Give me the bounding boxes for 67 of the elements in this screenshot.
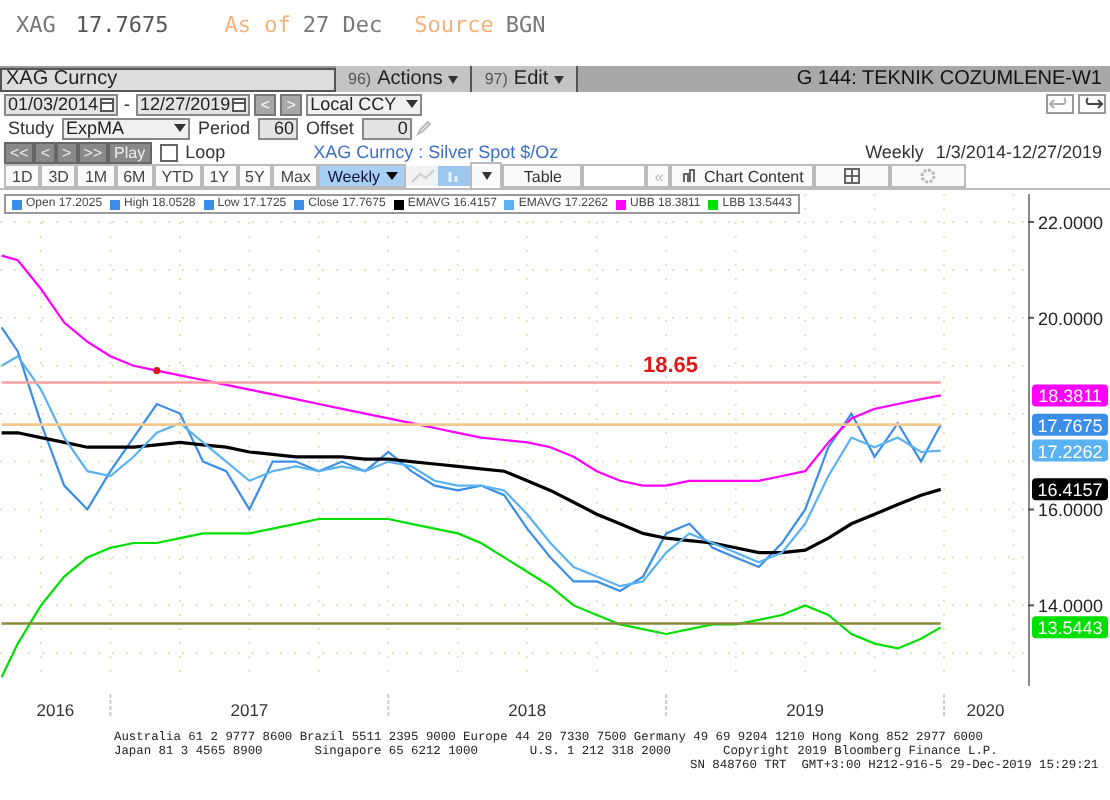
value-tag: 17.7675 (1032, 413, 1108, 436)
value-tag: 16.4157 (1032, 478, 1108, 501)
ticker: XAG (16, 11, 56, 37)
period-tab[interactable]: 1M (76, 164, 116, 188)
frequency-label: Weekly (863, 142, 926, 162)
value-tag: 17.2262 (1032, 439, 1108, 462)
axis-label: 2019 (786, 700, 825, 720)
value-tag: 18.3811 (1032, 384, 1108, 407)
period-tab[interactable]: 3D (40, 164, 77, 188)
date-field[interactable]: 01/03/2014 (4, 93, 119, 115)
axis-label: 16.0000 (1038, 500, 1104, 521)
value-tag: 13.5443 (1032, 616, 1108, 639)
line-chart-icon[interactable] (406, 166, 439, 186)
date-separator: - (122, 94, 133, 114)
caret-icon (406, 100, 419, 108)
period-tab[interactable]: 5Y (237, 164, 273, 188)
loop-checkbox[interactable] (159, 143, 178, 161)
caret-icon (448, 75, 459, 83)
menu-button[interactable]: 96) Actions (336, 66, 473, 92)
pencil-icon[interactable] (415, 120, 432, 136)
caret-icon (481, 172, 492, 180)
axis-label: 2018 (508, 700, 547, 720)
chart-content-icon (682, 168, 699, 184)
security-description: XAG Curncy : Silver Spot $/Oz (313, 142, 559, 162)
chart-content-button[interactable]: Chart Content (670, 164, 815, 188)
page-title: G 144: TEKNIK COZUMLENE-W1 (796, 68, 1102, 90)
axis-label: 2017 (230, 700, 269, 720)
grid-icon (844, 168, 861, 184)
layout-button[interactable] (814, 164, 891, 188)
study-label: Study (6, 118, 57, 138)
level-label: 18.65 (643, 354, 699, 379)
axis-label: 2016 (36, 700, 75, 720)
axis-label: 2020 (966, 700, 1005, 720)
currency-dropdown[interactable]: Local CCY (306, 93, 423, 115)
axis-label: 14.0000 (1038, 596, 1104, 617)
axis-label: 20.0000 (1038, 308, 1104, 329)
date-range-label: 1/3/2014-12/27/2019 (933, 142, 1104, 162)
axis-label: 22.0000 (1038, 212, 1104, 233)
period-field[interactable]: 60 (258, 117, 299, 139)
chart-type-dropdown[interactable] (470, 162, 503, 190)
offset-label: Offset (304, 118, 356, 138)
caret-icon (174, 124, 187, 132)
offset-field[interactable]: 0 (361, 117, 412, 139)
price: 17.7675 (75, 11, 169, 37)
table-button[interactable]: Table (502, 164, 583, 188)
settings-icon (920, 168, 937, 184)
source-label: Source (414, 11, 494, 37)
period-tab[interactable]: 6M (115, 164, 154, 188)
redo-icon[interactable] (1078, 94, 1106, 114)
caret-icon (554, 75, 565, 83)
as-of-label: As of (224, 11, 291, 37)
as-of-date: 27 Dec (302, 11, 383, 37)
study-dropdown[interactable]: ExpMA (62, 117, 191, 139)
source-value: BGN (505, 11, 546, 37)
period-tab[interactable]: 1D (4, 164, 41, 188)
caret-icon (385, 172, 398, 180)
loop-label: Loop (183, 142, 228, 162)
period-tab[interactable]: 1Y (201, 164, 238, 188)
menu-button[interactable]: 97) Edit (472, 66, 579, 92)
period-tab[interactable]: YTD (153, 164, 202, 188)
calendar-icon (232, 97, 247, 111)
period-tab[interactable]: Max (272, 164, 319, 188)
date-field[interactable]: 12/27/2019 (136, 93, 251, 115)
period-label: Period (196, 118, 253, 138)
period-tab[interactable]: Weekly (318, 164, 407, 188)
security-field[interactable]: XAG Curncy (0, 67, 336, 91)
calendar-icon (100, 97, 115, 111)
